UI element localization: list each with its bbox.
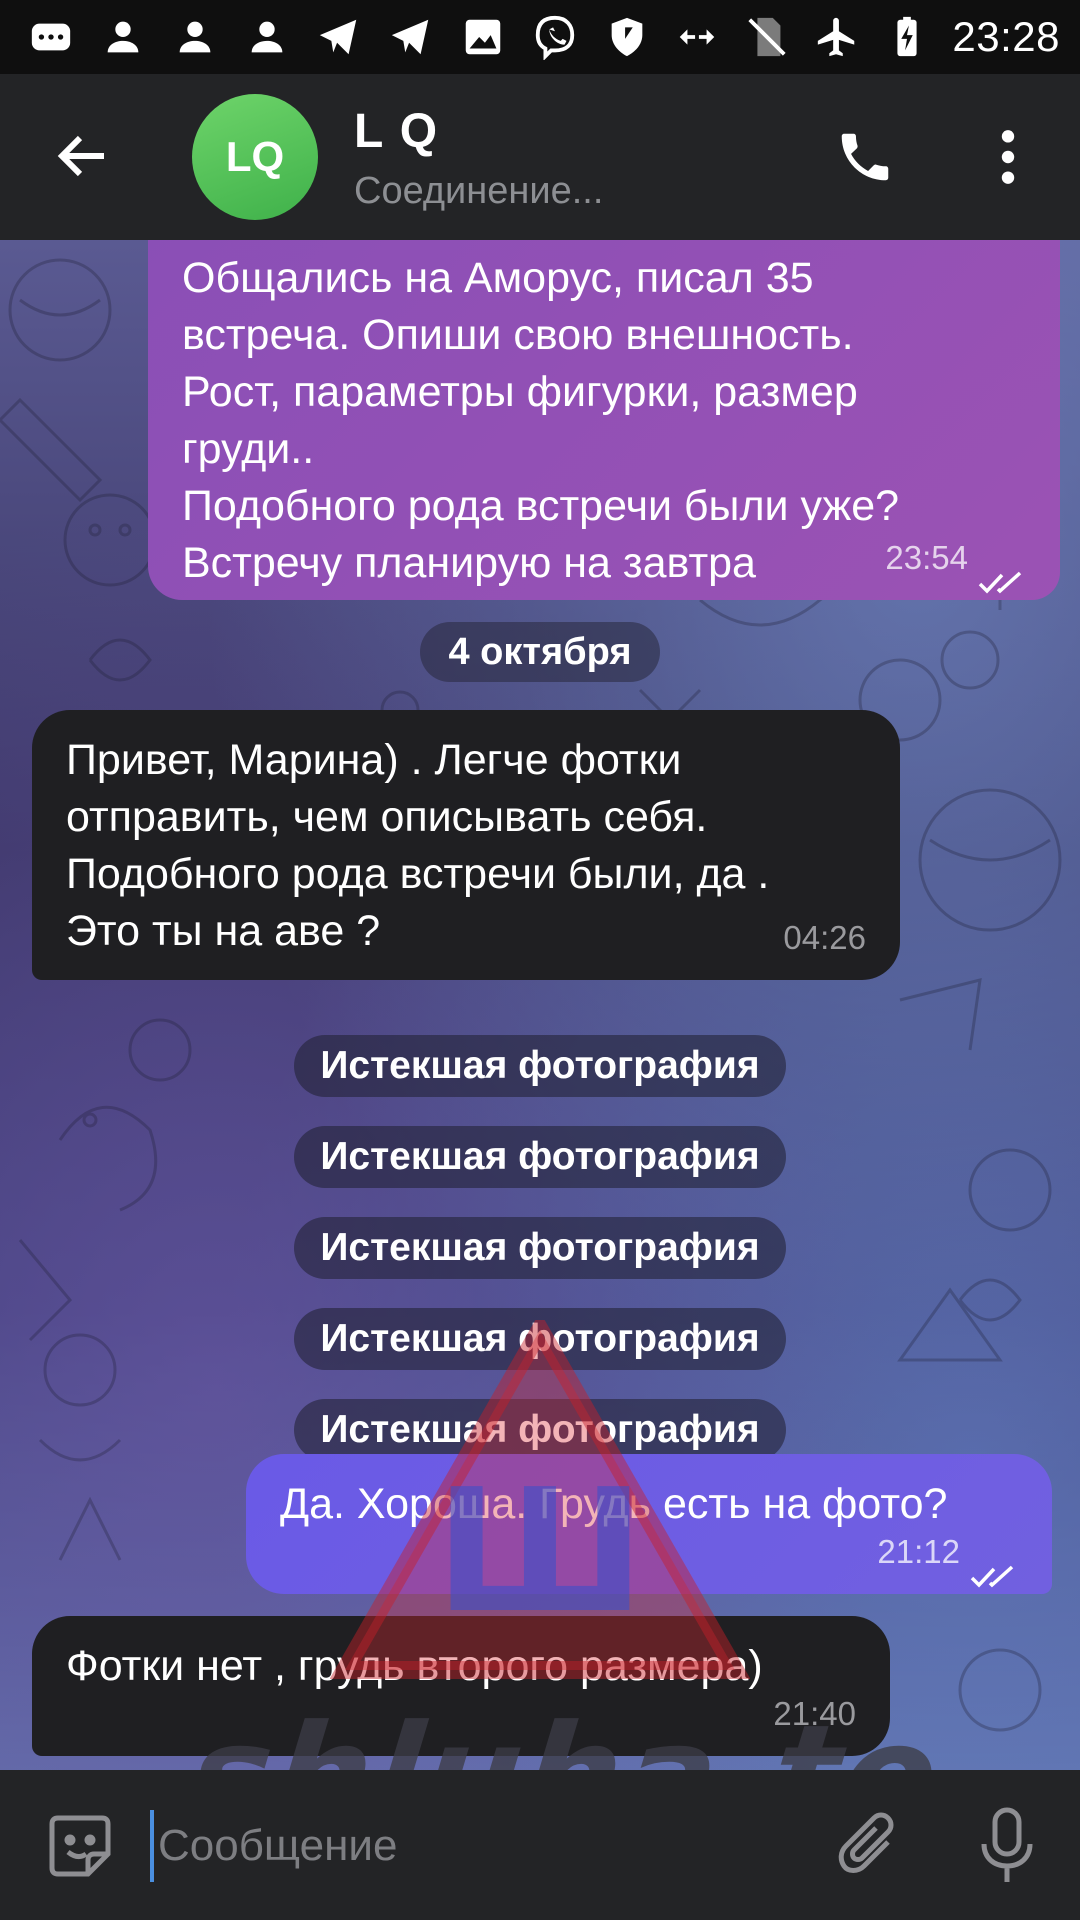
attach-button[interactable] [834,1808,906,1884]
person-icon [242,12,292,62]
viber-icon [530,12,580,62]
incoming-message[interactable]: Привет, Марина) . Легче фотки отправить,… [32,710,900,980]
contact-name[interactable]: L Q [354,104,439,159]
message-time: 23:54 [885,539,968,576]
call-button[interactable] [834,126,896,188]
message-text: Фотки нет , грудь второго размера) [66,1642,763,1690]
message-input[interactable] [150,1810,790,1882]
expired-photo-notice[interactable]: Истекшая фотография [294,1217,786,1279]
expired-photo-notice[interactable]: Истекшая фотография [294,1035,786,1097]
shield-icon [602,12,652,62]
battery-charging-icon [882,12,932,62]
avatar[interactable]: LQ [192,94,318,220]
person-icon [170,12,220,62]
telegram-icon [314,12,364,62]
outgoing-message[interactable]: Да. Хороша. Грудь есть на фото? 21:12 [246,1454,1052,1594]
expired-photo-notice[interactable]: Истекшая фотография [294,1399,786,1461]
more-vert-icon [1001,130,1015,184]
message-icon [26,12,76,62]
message-time: 04:26 [783,919,866,956]
double-check-icon [970,1548,1020,1588]
chat-header: LQ L Q Соединение... [0,74,1080,240]
image-icon [458,12,508,62]
message-input-bar [0,1770,1080,1920]
data-arrows-icon [672,12,722,62]
status-time: 23:28 [952,13,1060,60]
expired-photo-notice[interactable]: Истекшая фотография [294,1126,786,1188]
message-text: Привет, Марина) . Легче фотки отправить,… [66,736,770,955]
date-separator: 4 октября [420,622,660,682]
status-bar: 23:28 [0,0,1080,74]
paperclip-icon [838,1812,894,1873]
microphone-icon [981,1807,1033,1882]
double-check-icon [978,554,1028,594]
more-menu-button[interactable] [990,126,1026,188]
connection-status: Соединение... [354,170,604,212]
person-icon [98,12,148,62]
telegram-icon [386,12,436,62]
outgoing-message[interactable]: Общались на Аморус, писал 35 встреча. Оп… [148,240,1060,600]
message-time: 21:12 [877,1533,960,1570]
chat-area[interactable]: Общались на Аморус, писал 35 встреча. Оп… [0,240,1080,1770]
sticker-smile-icon [49,1815,111,1877]
message-time: 21:40 [773,1695,856,1732]
expired-photo-notice[interactable]: Истекшая фотография [294,1308,786,1370]
sticker-button[interactable] [44,1810,116,1882]
no-sim-icon [742,12,792,62]
back-button[interactable] [52,126,112,186]
arrow-back-icon [57,135,104,177]
phone-icon [841,133,889,181]
airplane-icon [812,12,862,62]
microphone-button[interactable] [978,1806,1036,1886]
incoming-message[interactable]: Фотки нет , грудь второго размера) 21:40 [32,1616,890,1756]
